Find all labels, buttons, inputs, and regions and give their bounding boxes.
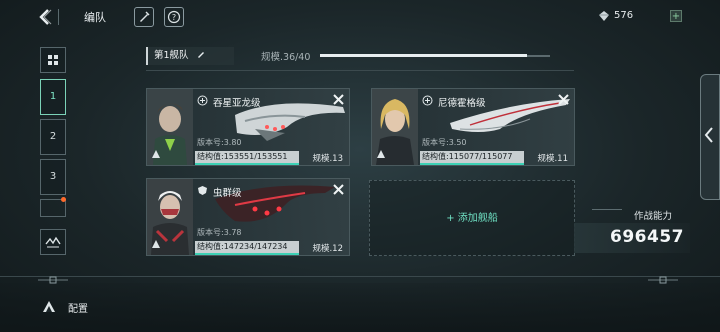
- grid-view-button[interactable]: [40, 47, 66, 73]
- fleet-config-icon: [43, 301, 55, 312]
- chevron-left-icon: [704, 126, 714, 148]
- decor-marker: [38, 270, 68, 284]
- ship-class-icon: [377, 150, 385, 158]
- divider: [58, 9, 59, 25]
- fleet-tab-2[interactable]: 2: [40, 119, 66, 155]
- decor-line: [592, 209, 622, 220]
- bottom-bar: [0, 283, 720, 332]
- add-currency-button[interactable]: +: [670, 10, 682, 22]
- ship-class-icon: [152, 150, 160, 158]
- ship-name: 虫群级: [213, 188, 242, 199]
- fleet-tab-label: 1: [49, 91, 57, 102]
- config-label[interactable]: 配置: [68, 300, 88, 315]
- formation-button[interactable]: [40, 229, 66, 255]
- scale-bar-fill: [320, 54, 527, 57]
- ship-version: 版本号:3.50: [422, 138, 467, 147]
- ship-version: 版本号:3.78: [197, 228, 242, 237]
- notification-dot: [61, 197, 66, 202]
- ship-card[interactable]: 吞星亚龙级 版本号:3.80 结构值:153551/153551 规模.13: [146, 88, 350, 166]
- pen-icon: [140, 11, 150, 22]
- rename-icon: [197, 52, 204, 58]
- remove-ship-icon[interactable]: [332, 183, 345, 196]
- ship-hp: 结构值:153551/153551: [195, 151, 299, 163]
- ship-hp: 结构值:115077/115077: [420, 151, 524, 163]
- chevron-left-icon: [39, 9, 52, 25]
- fleet-tab-3[interactable]: 3: [40, 159, 66, 195]
- help-button[interactable]: ?: [164, 7, 184, 27]
- ship-name: 尼德霍格级: [438, 98, 486, 109]
- ship-name: 吞星亚龙级: [213, 98, 261, 109]
- svg-text:?: ?: [172, 13, 176, 22]
- fleet-name-tab[interactable]: 第1舰队: [146, 47, 234, 65]
- faction-emblem-icon: [422, 95, 433, 106]
- ship-card[interactable]: 虫群级 版本号:3.78 结构值:147234/147234 规模.12: [146, 178, 350, 256]
- fleet-scale-label: 规模.36/40: [261, 52, 311, 63]
- page-title: 编队: [84, 11, 106, 24]
- ship-class-icon: [152, 240, 160, 248]
- combat-power-label: 作战能力: [634, 211, 673, 222]
- fleet-tab-label: 3: [49, 171, 57, 182]
- fleet-tab-1[interactable]: 1: [40, 79, 66, 115]
- combat-power-value: 696457: [610, 227, 684, 247]
- divider: [146, 70, 574, 71]
- ship-version: 版本号:3.80: [197, 138, 242, 147]
- formation-icon: [45, 236, 61, 248]
- add-ship-label: + 添加舰船: [446, 213, 498, 224]
- hp-bar: [420, 163, 524, 165]
- remove-ship-icon[interactable]: [332, 93, 345, 106]
- edit-fleet-button[interactable]: [134, 7, 154, 27]
- add-ship-slot[interactable]: + 添加舰船: [369, 180, 575, 256]
- decor-marker: [648, 270, 678, 284]
- config-button[interactable]: [42, 299, 56, 313]
- fleet-tab-label: 2: [49, 131, 57, 142]
- remove-ship-icon[interactable]: [557, 93, 570, 106]
- hp-bar: [195, 253, 299, 255]
- ship-scale: 规模.11: [537, 154, 568, 164]
- fleet-name: 第1舰队: [154, 50, 189, 61]
- faction-emblem-icon: [198, 186, 207, 195]
- ship-scale: 规模.13: [312, 154, 343, 164]
- question-icon: ?: [167, 10, 181, 24]
- faction-emblem-icon: [197, 95, 208, 106]
- divider: [0, 276, 720, 277]
- ship-hp: 结构值:147234/147234: [195, 241, 299, 253]
- hp-bar: [195, 163, 299, 165]
- crystal-icon: [599, 11, 609, 21]
- ship-card[interactable]: 尼德霍格级 版本号:3.50 结构值:115077/115077 规模.11: [371, 88, 575, 166]
- ship-scale: 规模.12: [312, 244, 343, 254]
- grid-icon: [48, 55, 58, 65]
- back-button[interactable]: [34, 6, 56, 28]
- currency-value: 576: [614, 10, 634, 21]
